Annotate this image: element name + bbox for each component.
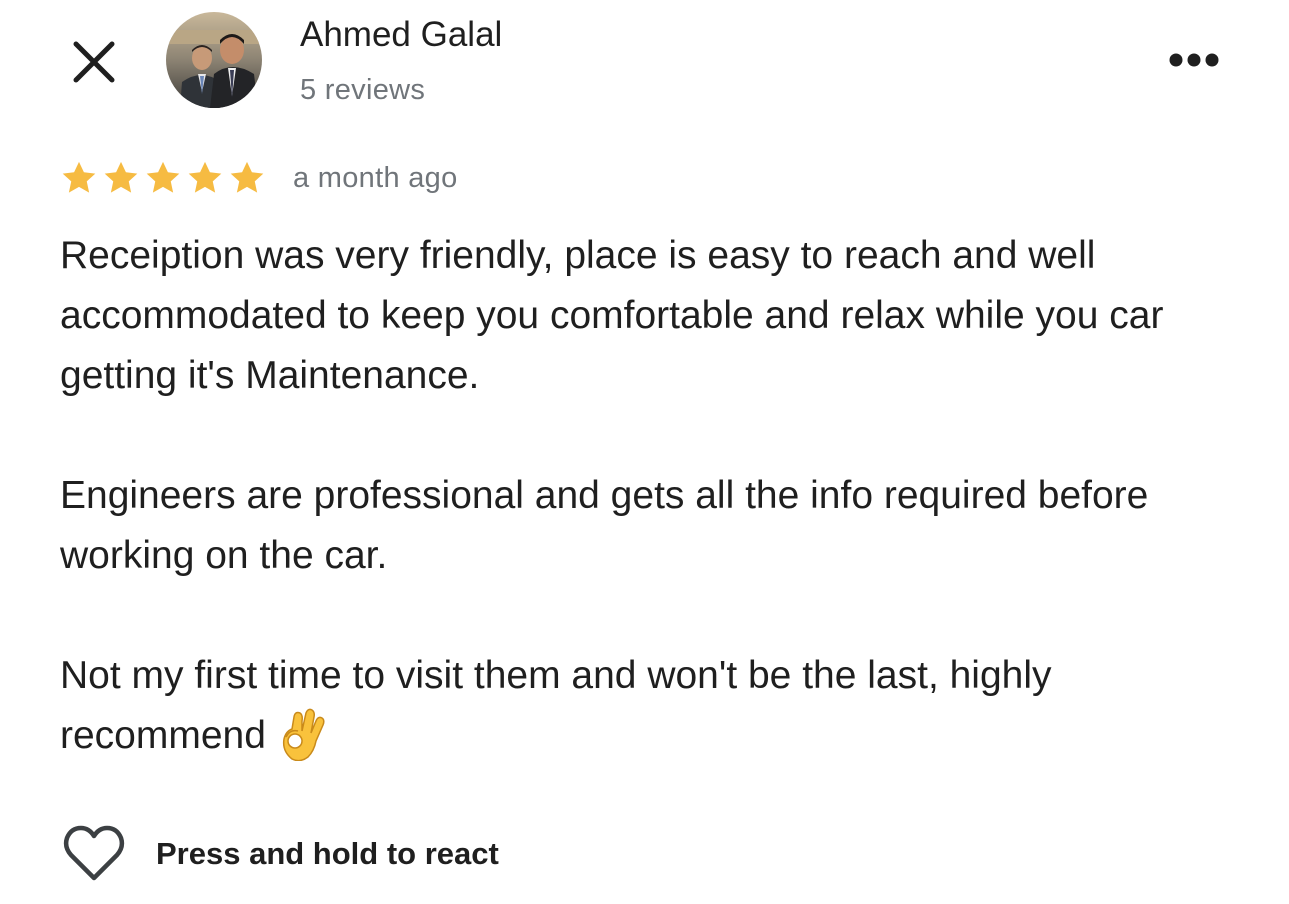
review-count: 5 reviews	[300, 74, 426, 106]
heart-outline-icon	[63, 825, 125, 881]
star-icon	[146, 161, 180, 193]
review-paragraph: Not my first time to visit them and won'…	[60, 646, 1250, 766]
more-options-button[interactable]	[1162, 38, 1226, 82]
star-icon	[104, 161, 138, 193]
ok-hand-emoji	[282, 708, 325, 761]
react-label: Press and hold to react	[156, 836, 499, 871]
star-icon	[230, 161, 264, 193]
reviewer-photo	[166, 12, 262, 108]
avatar[interactable]	[166, 12, 262, 108]
review-paragraph: Receiption was very friendly, place is e…	[60, 234, 1164, 397]
review-paragraph: Engineers are professional and gets all …	[60, 474, 1149, 577]
review-paragraph-text: Not my first time to visit them and won'…	[60, 654, 1052, 757]
close-button[interactable]	[68, 36, 120, 88]
review-text: Receiption was very friendly, place is e…	[60, 226, 1250, 766]
review-date: a month ago	[293, 162, 458, 194]
close-icon	[73, 41, 115, 83]
react-button[interactable]: Press and hold to react	[62, 822, 499, 886]
star-icon	[62, 161, 96, 193]
more-horizontal-icon	[1169, 53, 1219, 67]
star-icon	[188, 161, 222, 193]
star-rating	[60, 158, 270, 198]
reviewer-name[interactable]: Ahmed Galal	[300, 14, 502, 56]
